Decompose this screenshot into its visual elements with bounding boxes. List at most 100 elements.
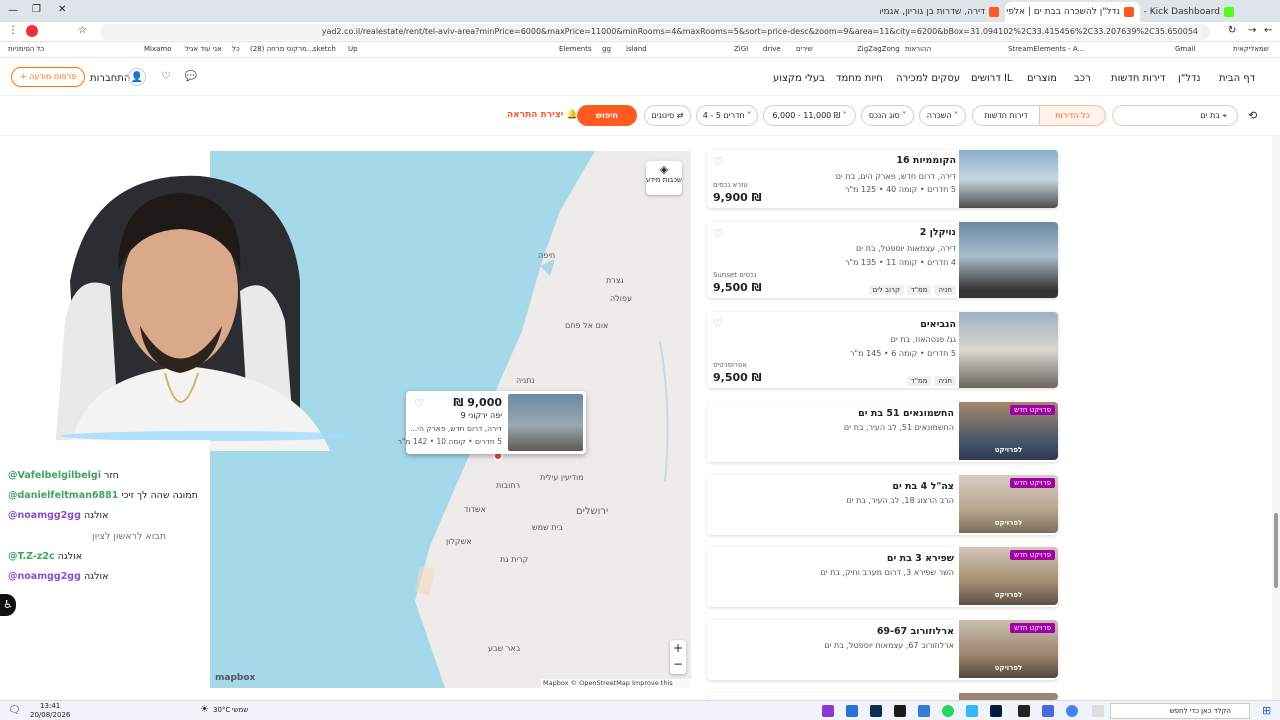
to-project-link[interactable]: לפרויקט [959, 519, 1058, 527]
popup-heart-icon[interactable]: ♡ [414, 397, 424, 410]
back-icon[interactable]: → [1248, 25, 1256, 36]
bookmark-item[interactable]: ZigZagZong [857, 45, 900, 53]
bookmark-item[interactable]: Up [348, 45, 358, 53]
price-range-select[interactable]: 6,000 - 11,000 ₪ ˅ [763, 105, 856, 126]
user-icon[interactable]: 👤 [128, 68, 146, 86]
app-icon[interactable] [894, 705, 906, 717]
listing-card[interactable]: ♡ הקוממיות 16 דירה, דרום חדש, פארק הים, … [707, 150, 1058, 208]
bookmark-item[interactable]: gg [602, 45, 611, 53]
app-icon[interactable] [870, 705, 882, 717]
zoom-in-button[interactable]: + [670, 640, 686, 656]
task-view-icon[interactable] [1092, 705, 1104, 717]
bookmark-item[interactable]: drive [763, 45, 781, 53]
heart-icon[interactable]: ♡ [157, 68, 175, 86]
nav-businesses[interactable]: עסקים למכירה [896, 73, 960, 84]
project-photo: פרויקט חדש לפרויקט [959, 475, 1058, 533]
page-scrollbar-thumb[interactable] [1274, 513, 1278, 588]
bookmark-item[interactable]: Elements [559, 45, 592, 53]
post-ad-button[interactable]: + פרסום מודעה [11, 67, 85, 87]
bookmark-item[interactable]: sketch [313, 45, 336, 53]
to-project-link[interactable]: לפרויקט [959, 591, 1058, 599]
chrome-icon[interactable] [1066, 705, 1078, 717]
whatsapp-icon[interactable] [942, 705, 954, 717]
bookmark-item[interactable]: שירים [796, 45, 813, 53]
nav-realestate[interactable]: נדל"ן [1178, 73, 1200, 84]
location-input[interactable]: בת ים ⌖ [1112, 105, 1238, 126]
app-icon[interactable] [1018, 705, 1030, 717]
bookmark-item[interactable]: שמאליקאית [1233, 45, 1269, 53]
bookmark-item[interactable]: ההוראות [905, 45, 931, 53]
deal-type-select[interactable]: השכרה ˅ [919, 105, 966, 126]
zoom-out-button[interactable]: − [670, 656, 686, 672]
listing-card[interactable]: ♡ הנביאים גג/ פנטהאוז, בת ים 5 חדרים • ק… [707, 312, 1058, 388]
favorite-heart-icon[interactable]: ♡ [713, 227, 723, 240]
nav-products[interactable]: מוצרים [1027, 73, 1057, 84]
rooms-select[interactable]: 4 - 5 חדרים ˅ [696, 105, 758, 126]
notifications-icon[interactable]: 🗨 [8, 705, 21, 716]
app-icon[interactable] [918, 705, 930, 717]
taskbar-search-input[interactable]: הקלד כאן כדי לחפש [1110, 703, 1250, 719]
nav-jobs[interactable]: דרושים IL [971, 73, 1013, 84]
filters-button[interactable]: סינונים ⇄ [644, 105, 691, 126]
profile-icon[interactable] [26, 25, 38, 37]
bookmark-item[interactable]: כל [232, 45, 240, 53]
webcam-figure [55, 175, 360, 451]
reload-icon[interactable]: ↻ [1228, 25, 1236, 36]
map-layers-button[interactable]: ◈ שכבות מידע [646, 161, 682, 195]
project-card[interactable]: פרויקט חדש לפרויקט החשמונאים 51 בת ים הח… [707, 402, 1058, 462]
windows-start-icon[interactable]: ⊞ [1262, 704, 1271, 717]
tab-apartment[interactable]: דירה, שדרות בן גוריון, אגמים, בת... [880, 2, 1005, 22]
bookmark-item[interactable]: island [626, 45, 647, 53]
bookmark-item[interactable]: (28) מרקוס מרחה... [250, 45, 314, 53]
bookmark-star-icon[interactable]: ☆ [78, 25, 87, 36]
bookmark-item[interactable]: אני עוד אגיל [185, 45, 222, 53]
bookmark-item[interactable]: ZiGI [734, 45, 748, 53]
tab-kick-dashboard[interactable]: Stream - Kick Dashboard [1140, 2, 1240, 22]
nav-new-apartments[interactable]: דירות חדשות [1111, 73, 1165, 84]
close-icon[interactable]: ✕ [58, 4, 66, 15]
clock[interactable]: 13:41 20/08/2026 [30, 702, 70, 720]
to-project-link[interactable]: לפרויקט [959, 446, 1058, 454]
extensions-icon[interactable]: ⋮ [8, 25, 18, 36]
accessibility-icon[interactable]: ♿ [0, 594, 16, 616]
map-listing-popup[interactable]: ♡ 9,000 ₪ יפה ירקוני 9 דירה, דרום חדש, פ… [398, 391, 586, 454]
app-icon[interactable] [1042, 705, 1054, 717]
bookmark-item[interactable]: Mixamo [144, 45, 172, 53]
tab-yad2-rent[interactable]: נדל"ן להשכרה בבת ים | אלפי נכ... [1005, 2, 1140, 22]
app-icon[interactable] [822, 705, 834, 717]
tab-new-apartments[interactable]: דירות חדשות [972, 105, 1040, 126]
page-scrollbar[interactable] [1272, 136, 1280, 700]
search-button[interactable]: חיפוש [577, 105, 637, 126]
app-icon[interactable] [846, 705, 858, 717]
chat-icon[interactable]: 💬 [182, 68, 200, 86]
property-type-select[interactable]: סוג הנכס ˅ [861, 105, 914, 126]
listing-card[interactable]: ♡ נויקלן 2 דירה, עצמאות יוספטל, בת ים 4 … [707, 222, 1058, 298]
nav-cars[interactable]: רכב [1074, 73, 1091, 84]
nav-pets[interactable]: חיות מחמד [836, 73, 883, 84]
project-card[interactable] [707, 693, 1058, 700]
history-icon[interactable]: ⟲ [1248, 109, 1257, 122]
app-icon[interactable] [966, 705, 978, 717]
listing-photo [959, 222, 1058, 298]
forward-icon[interactable]: ← [1264, 25, 1272, 36]
bookmark-item[interactable]: StreamElements - A... [1008, 45, 1084, 53]
nav-professionals[interactable]: בעלי מקצוע [773, 73, 825, 84]
to-project-link[interactable]: לפרויקט [959, 664, 1058, 672]
favorite-heart-icon[interactable]: ♡ [713, 317, 723, 330]
url-field[interactable]: yad2.co.il/realestate/rent/tel-aviv-area… [100, 24, 1210, 40]
maximize-icon[interactable]: ❐ [32, 4, 41, 15]
project-card[interactable]: פרויקט חדש לפרויקט צה"ל 4 בת ים הרב הרצו… [707, 475, 1058, 535]
project-card[interactable]: פרויקט חדש לפרויקט שפירא 3 בת ים השר שפי… [707, 547, 1058, 607]
map-label-beit-shemesh: בית שמש [532, 523, 563, 532]
bookmark-item[interactable]: Gmail [1175, 45, 1195, 53]
favorite-heart-icon[interactable]: ♡ [713, 155, 723, 168]
nav-home[interactable]: דף הבית [1219, 73, 1255, 84]
tab-all-apartments[interactable]: כל הדירות [1039, 105, 1106, 126]
photoshop-icon[interactable] [990, 705, 1002, 717]
login-link[interactable]: התחברות [90, 73, 130, 84]
minimize-icon[interactable]: — [8, 5, 18, 16]
create-alert-link[interactable]: יצירת התראה 🔔 [507, 110, 578, 120]
bookmark-item[interactable]: כל הסימניות [8, 45, 44, 53]
map-attribution[interactable]: Mapbox © OpenStreetMap Improve this map [541, 679, 691, 688]
project-card[interactable]: פרויקט חדש לפרויקט ארלוזורוב 69-67 ארלוז… [707, 620, 1058, 680]
